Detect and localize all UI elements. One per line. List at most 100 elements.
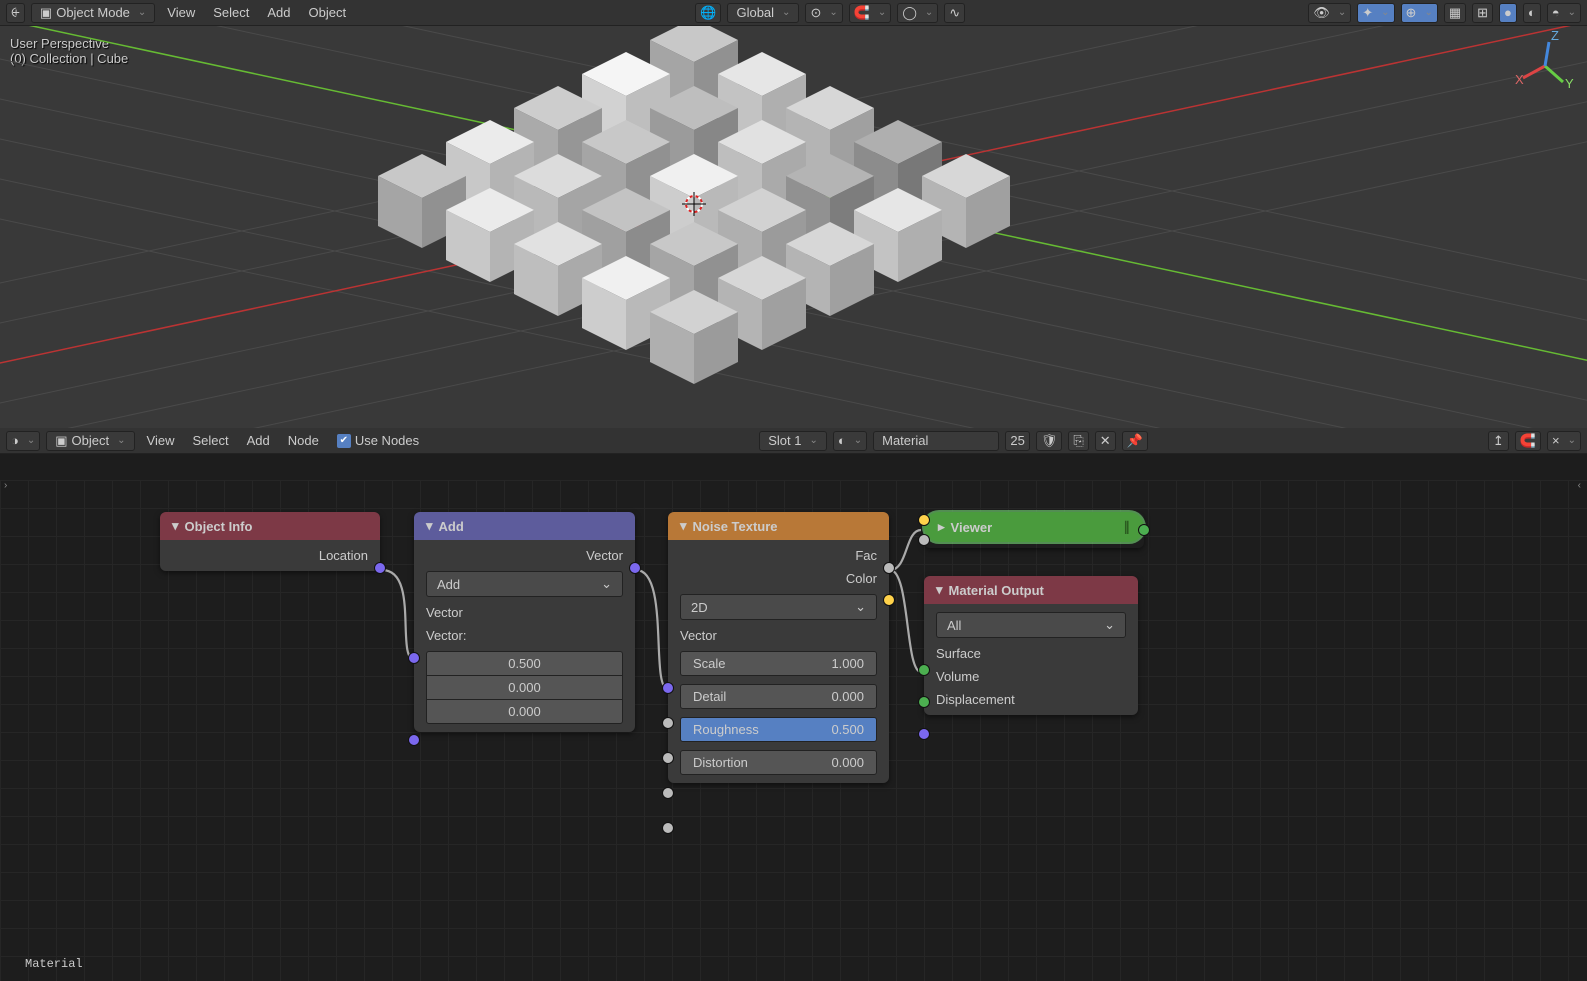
output-color-label: Color (680, 571, 877, 586)
socket-input-vector[interactable] (662, 682, 674, 694)
node-object-info[interactable]: ▾Object Info Location (160, 512, 380, 571)
roughness-field[interactable]: Roughness0.500 (680, 717, 877, 742)
node-title: Add (439, 519, 464, 534)
input-vector-label: Vector (680, 628, 877, 643)
cube-icon: ▣ (40, 5, 52, 21)
material-users[interactable]: 25 (1005, 431, 1029, 451)
socket-output-vector[interactable] (629, 562, 641, 574)
new-material-button[interactable]: ⎘ (1068, 431, 1088, 451)
socket-input-viewer-bottom[interactable] (918, 534, 930, 546)
menu-view[interactable]: View (161, 3, 201, 22)
distortion-field[interactable]: Distortion0.000 (680, 750, 877, 775)
socket-input-volume[interactable] (918, 696, 930, 708)
visibility-button[interactable]: 👁 (1308, 3, 1351, 23)
node-menu-select[interactable]: Select (186, 431, 234, 450)
socket-input-distortion[interactable] (662, 822, 674, 834)
socket-input-detail[interactable] (662, 752, 674, 764)
socket-input-vector-a[interactable] (408, 652, 420, 664)
node-context-selector[interactable]: ▣ Object (46, 431, 134, 451)
detail-field[interactable]: Detail0.000 (680, 684, 877, 709)
material-browse-button[interactable]: ◐ (833, 431, 867, 451)
socket-input-vector-b[interactable] (408, 734, 420, 746)
socket-input-scale[interactable] (662, 717, 674, 729)
shading-lookdev-button[interactable]: ◐ (1523, 3, 1541, 23)
input-displacement-label: Displacement (936, 692, 1126, 707)
menu-object[interactable]: Object (303, 3, 353, 22)
triangle-right-icon: ▸ (938, 519, 945, 535)
socket-input-roughness[interactable] (662, 787, 674, 799)
operation-selector[interactable]: Add⌄ (426, 571, 623, 597)
output-vector-label: Vector (426, 548, 623, 563)
socket-input-displacement[interactable] (918, 728, 930, 740)
node-vector-add[interactable]: ▾Add Vector Add⌄ Vector Vector: 0.500 0.… (414, 512, 635, 732)
node-menu-add[interactable]: Add (241, 431, 276, 450)
overlay-button[interactable]: ⊕ (1401, 3, 1438, 23)
svg-text:Y: Y (1565, 76, 1574, 91)
snap-node-button[interactable]: 🧲 (1515, 431, 1541, 451)
socket-output-fac[interactable] (883, 562, 895, 574)
snap-node-type-button[interactable]: × (1547, 431, 1581, 451)
triangle-down-icon: ▾ (936, 582, 943, 598)
unlink-material-button[interactable]: ✕ (1095, 431, 1116, 451)
shading-solid-button[interactable]: ● (1499, 3, 1517, 23)
use-nodes-toggle[interactable]: ✔ Use Nodes (337, 433, 419, 448)
vector-z-field[interactable]: 0.000 (426, 699, 623, 724)
node-editor[interactable]: › ‹ ▾Object Info Location ▾Add Vector Ad… (0, 454, 1587, 981)
node-noise-texture[interactable]: ▾Noise Texture Fac Color 2D⌄ Vector Scal… (668, 512, 889, 783)
shading-rendered-button[interactable]: ◓ (1547, 3, 1581, 23)
hide-icon: ∥ (1124, 519, 1131, 535)
socket-output-viewer[interactable] (1138, 524, 1150, 536)
chevron-down-icon: ⌄ (601, 576, 612, 592)
mode-label: Object Mode (56, 5, 130, 20)
node-title: Noise Texture (693, 519, 778, 534)
pin-button[interactable]: 📌 (1122, 431, 1148, 451)
socket-input-surface[interactable] (918, 664, 930, 676)
orientation-label: Global (736, 5, 774, 20)
input-surface-label: Surface (936, 646, 1126, 661)
slot-selector[interactable]: Slot 1 (759, 431, 827, 451)
node-menu-view[interactable]: View (141, 431, 181, 450)
chevron-down-icon: ⌄ (855, 599, 866, 615)
snap-button[interactable]: 🧲 (849, 3, 892, 23)
triangle-down-icon: ▾ (426, 518, 433, 534)
viewport-3d[interactable]: User Perspective (0) Collection | Cube (0, 26, 1587, 428)
node-viewer[interactable]: ▸ Viewer ∥ (924, 512, 1144, 548)
parent-tree-button[interactable]: ↥ (1488, 431, 1509, 451)
vector-x-field[interactable]: 0.500 (426, 651, 623, 675)
dimension-selector[interactable]: 2D⌄ (680, 594, 877, 620)
vector-y-field[interactable]: 0.000 (426, 675, 623, 699)
node-editor-type-button[interactable]: ◑ (6, 431, 40, 451)
node-title: Viewer (951, 520, 993, 535)
pivot-point-button[interactable]: ⊙ (805, 3, 842, 23)
gizmo-button[interactable]: ✦ (1357, 3, 1394, 23)
proportional-falloff-button[interactable]: ∿ (944, 3, 965, 23)
input-vector2-label: Vector: (426, 628, 623, 643)
transform-orientation-selector[interactable]: Global (727, 3, 799, 23)
node-title: Object Info (185, 519, 253, 534)
output-fac-label: Fac (680, 548, 877, 563)
scale-field[interactable]: Scale1.000 (680, 651, 877, 676)
sidebar-toggle-icon[interactable]: ‹ (1578, 480, 1581, 491)
node-material-output[interactable]: ▾Material Output All⌄ Surface Volume Dis… (924, 576, 1138, 715)
editor-type-button[interactable]: ⨭ (6, 3, 25, 23)
target-selector[interactable]: All⌄ (936, 612, 1126, 638)
cube-icon: ▣ (55, 433, 67, 449)
material-path-label: Material (25, 957, 83, 971)
socket-input-viewer-top[interactable] (918, 514, 930, 526)
menu-select[interactable]: Select (207, 3, 255, 22)
triangle-down-icon: ▾ (172, 518, 179, 534)
toolbar-toggle-icon[interactable]: › (4, 480, 7, 491)
interaction-mode-selector[interactable]: ▣ Object Mode (31, 3, 155, 23)
xray-button[interactable]: ▦ (1444, 3, 1466, 23)
transform-orientation-icon[interactable]: 🌐 (695, 3, 721, 23)
material-name-field[interactable]: Material (873, 431, 999, 451)
svg-text:X: X (1515, 72, 1524, 87)
node-menu-node[interactable]: Node (282, 431, 325, 450)
menu-add[interactable]: Add (261, 3, 296, 22)
shading-wireframe-button[interactable]: ⊞ (1472, 3, 1493, 23)
socket-output-location[interactable] (374, 562, 386, 574)
proportional-edit-button[interactable]: ◯ (897, 3, 938, 23)
svg-text:Z: Z (1551, 28, 1559, 43)
fake-user-button[interactable]: 🛡 (1036, 431, 1063, 451)
socket-output-color[interactable] (883, 594, 895, 606)
